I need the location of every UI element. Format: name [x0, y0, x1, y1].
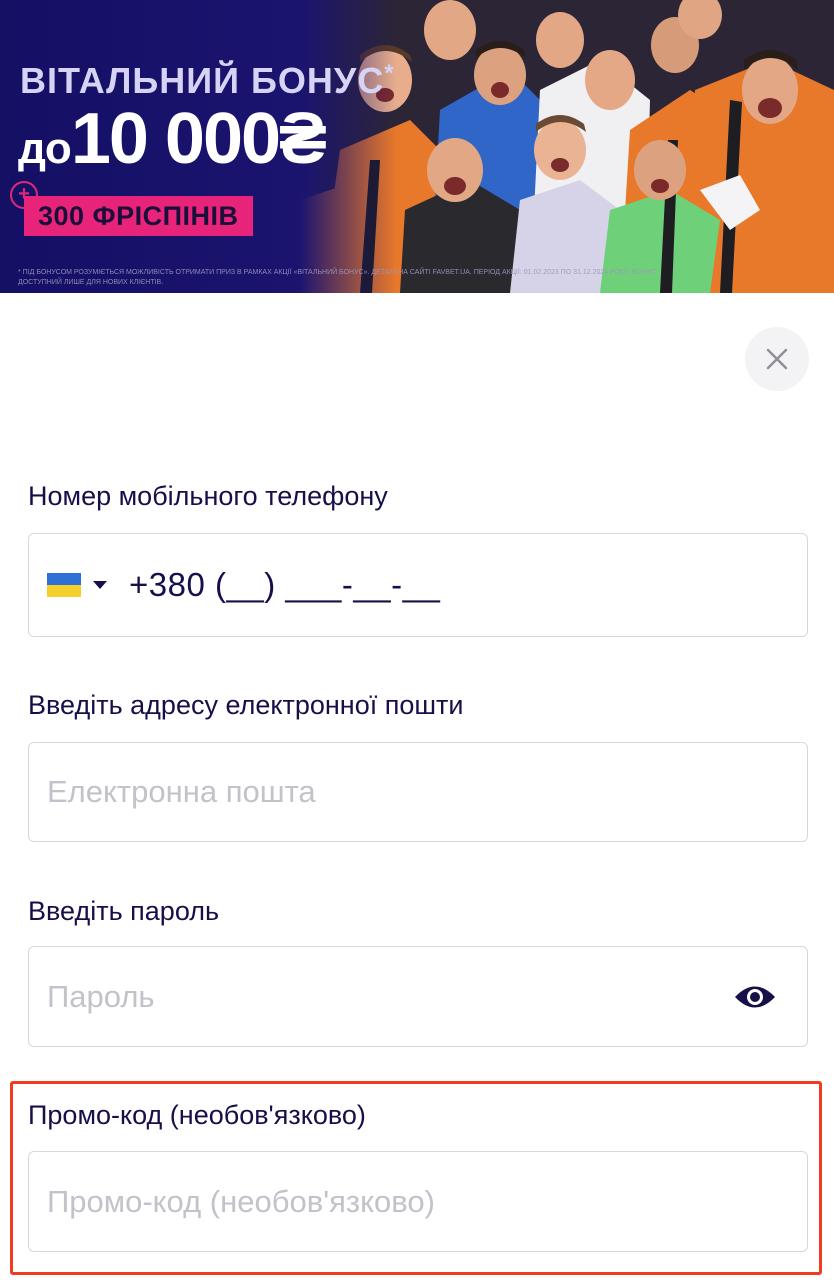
password-field-box[interactable] [28, 946, 808, 1047]
banner-disclaimer: * ПІД БОНУСОМ РОЗУМІЄТЬСЯ МОЖЛИВІСТЬ ОТР… [18, 269, 657, 286]
email-field-box[interactable] [28, 742, 808, 842]
close-icon [766, 348, 788, 370]
banner-amount-prefix: до [18, 124, 72, 173]
phone-field[interactable]: +380 (__) ___-__-__ [28, 533, 808, 637]
freespins-badge: 300 ФРІСПІНІВ [24, 196, 253, 236]
banner-amount-value: 10 000₴ [70, 99, 327, 179]
password-label: Введіть пароль [28, 896, 220, 926]
password-field[interactable] [29, 947, 807, 1046]
flag-blue-stripe [47, 573, 81, 585]
email-label: Введіть адресу електронної пошти [28, 690, 464, 720]
promo-code-field[interactable] [29, 1152, 807, 1251]
promo-banner[interactable]: ВІТАЛЬНИЙ БОНУС* до10 000₴ + 300 ФРІСПІН… [0, 0, 834, 293]
banner-title-text: ВІТАЛЬНИЙ БОНУС [20, 60, 385, 101]
team-photo-image [300, 0, 834, 293]
chevron-down-icon[interactable] [93, 581, 107, 589]
promo-label: Промо-код (необов'язково) [28, 1100, 366, 1130]
banner-title: ВІТАЛЬНИЙ БОНУС* [20, 60, 395, 102]
email-field[interactable] [29, 743, 807, 841]
eye-icon[interactable] [733, 982, 777, 1012]
phone-label: Номер мобільного телефону [28, 481, 388, 511]
phone-input[interactable]: +380 (__) ___-__-__ [129, 566, 440, 604]
flag-yellow-stripe [47, 585, 81, 597]
close-button[interactable] [745, 327, 809, 391]
banner-amount: до10 000₴ [18, 98, 327, 180]
promo-field-box[interactable] [28, 1151, 808, 1252]
ukraine-flag-icon[interactable] [47, 573, 81, 597]
banner-title-star: * [384, 60, 395, 87]
